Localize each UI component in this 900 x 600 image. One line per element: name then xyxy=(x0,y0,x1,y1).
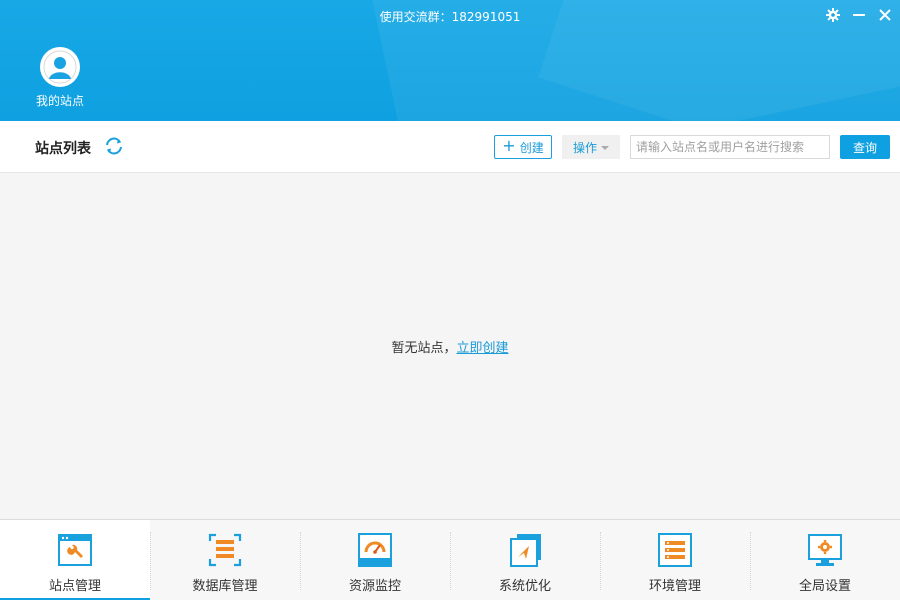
toolbar: 站点列表 + 创建 操作 查询 xyxy=(0,121,900,173)
nav-environment-manage[interactable]: 环境管理 xyxy=(600,520,750,600)
settings-monitor-icon xyxy=(808,534,842,566)
chevron-down-icon xyxy=(601,146,609,150)
nav-site-manage[interactable]: 站点管理 xyxy=(0,520,150,600)
nav-label: 资源监控 xyxy=(348,579,401,594)
my-sites-label[interactable]: 我的站点 xyxy=(30,92,90,109)
nav-label: 环境管理 xyxy=(648,579,701,594)
page-title: 站点列表 xyxy=(35,141,91,157)
nav-label: 站点管理 xyxy=(48,579,101,594)
refresh-icon[interactable] xyxy=(103,135,125,157)
query-button[interactable]: 查询 xyxy=(840,135,890,159)
minimize-icon[interactable] xyxy=(849,5,869,25)
nav-global-settings[interactable]: 全局设置 xyxy=(750,520,900,600)
gear-icon[interactable] xyxy=(823,5,843,25)
empty-text: 暂无站点， xyxy=(391,341,457,356)
site-list-area: 暂无站点，立即创建 xyxy=(0,173,900,519)
nav-system-optimize[interactable]: 系统优化 xyxy=(450,520,600,600)
plus-icon: + xyxy=(502,136,516,155)
optimize-icon xyxy=(510,534,541,567)
nav-database-manage[interactable]: 数据库管理 xyxy=(150,520,300,600)
monitor-gauge-icon xyxy=(358,533,392,567)
operations-dropdown[interactable]: 操作 xyxy=(562,135,620,159)
operations-label: 操作 xyxy=(572,140,597,155)
empty-state: 暂无站点，立即创建 xyxy=(0,337,900,356)
nav-label: 全局设置 xyxy=(798,579,851,594)
search-input[interactable] xyxy=(630,135,830,159)
create-button[interactable]: + 创建 xyxy=(494,135,552,159)
create-button-label: 创建 xyxy=(519,140,544,155)
site-manage-icon xyxy=(58,534,92,566)
create-now-link[interactable]: 立即创建 xyxy=(457,341,509,356)
environment-icon xyxy=(658,533,692,567)
header-bar: 使用交流群：182991051 我的站点 xyxy=(0,0,900,121)
database-icon xyxy=(208,533,242,567)
window-title: 使用交流群：182991051 xyxy=(379,10,521,24)
nav-label: 系统优化 xyxy=(498,579,551,594)
close-icon[interactable] xyxy=(875,5,895,25)
avatar[interactable] xyxy=(40,47,80,87)
nav-label: 数据库管理 xyxy=(192,579,258,594)
bottom-nav: 站点管理 数据库管理 资源监控 系统优化 环境管理 全局设置 xyxy=(0,519,900,600)
nav-resource-monitor[interactable]: 资源监控 xyxy=(300,520,450,600)
